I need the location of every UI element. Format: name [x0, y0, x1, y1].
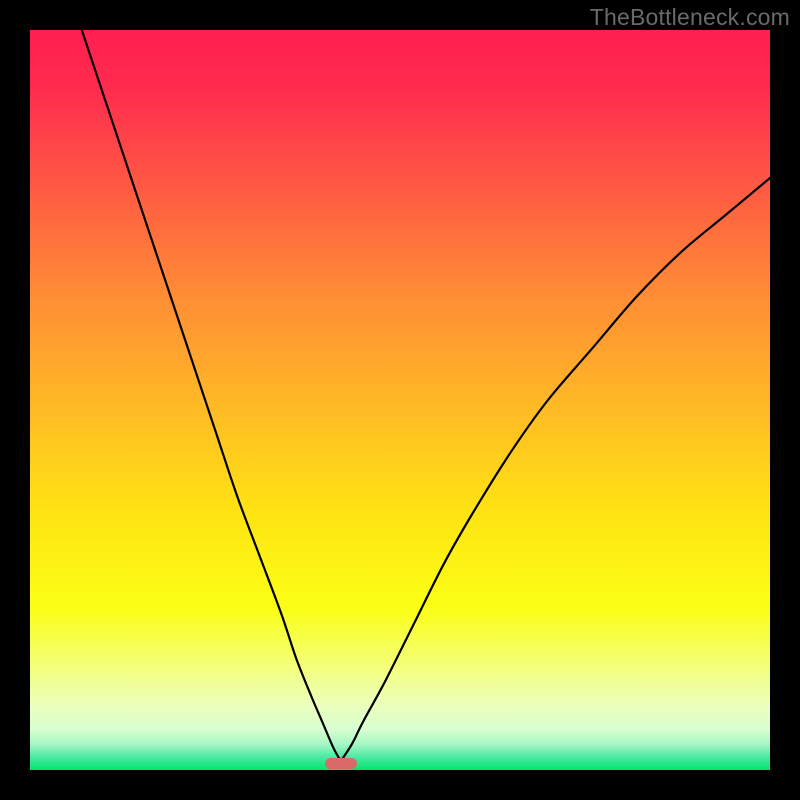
optimal-marker — [325, 758, 357, 769]
plot-area — [30, 30, 770, 770]
chart-frame: TheBottleneck.com — [0, 0, 800, 800]
watermark-text: TheBottleneck.com — [590, 4, 790, 31]
v-curve — [30, 30, 770, 770]
